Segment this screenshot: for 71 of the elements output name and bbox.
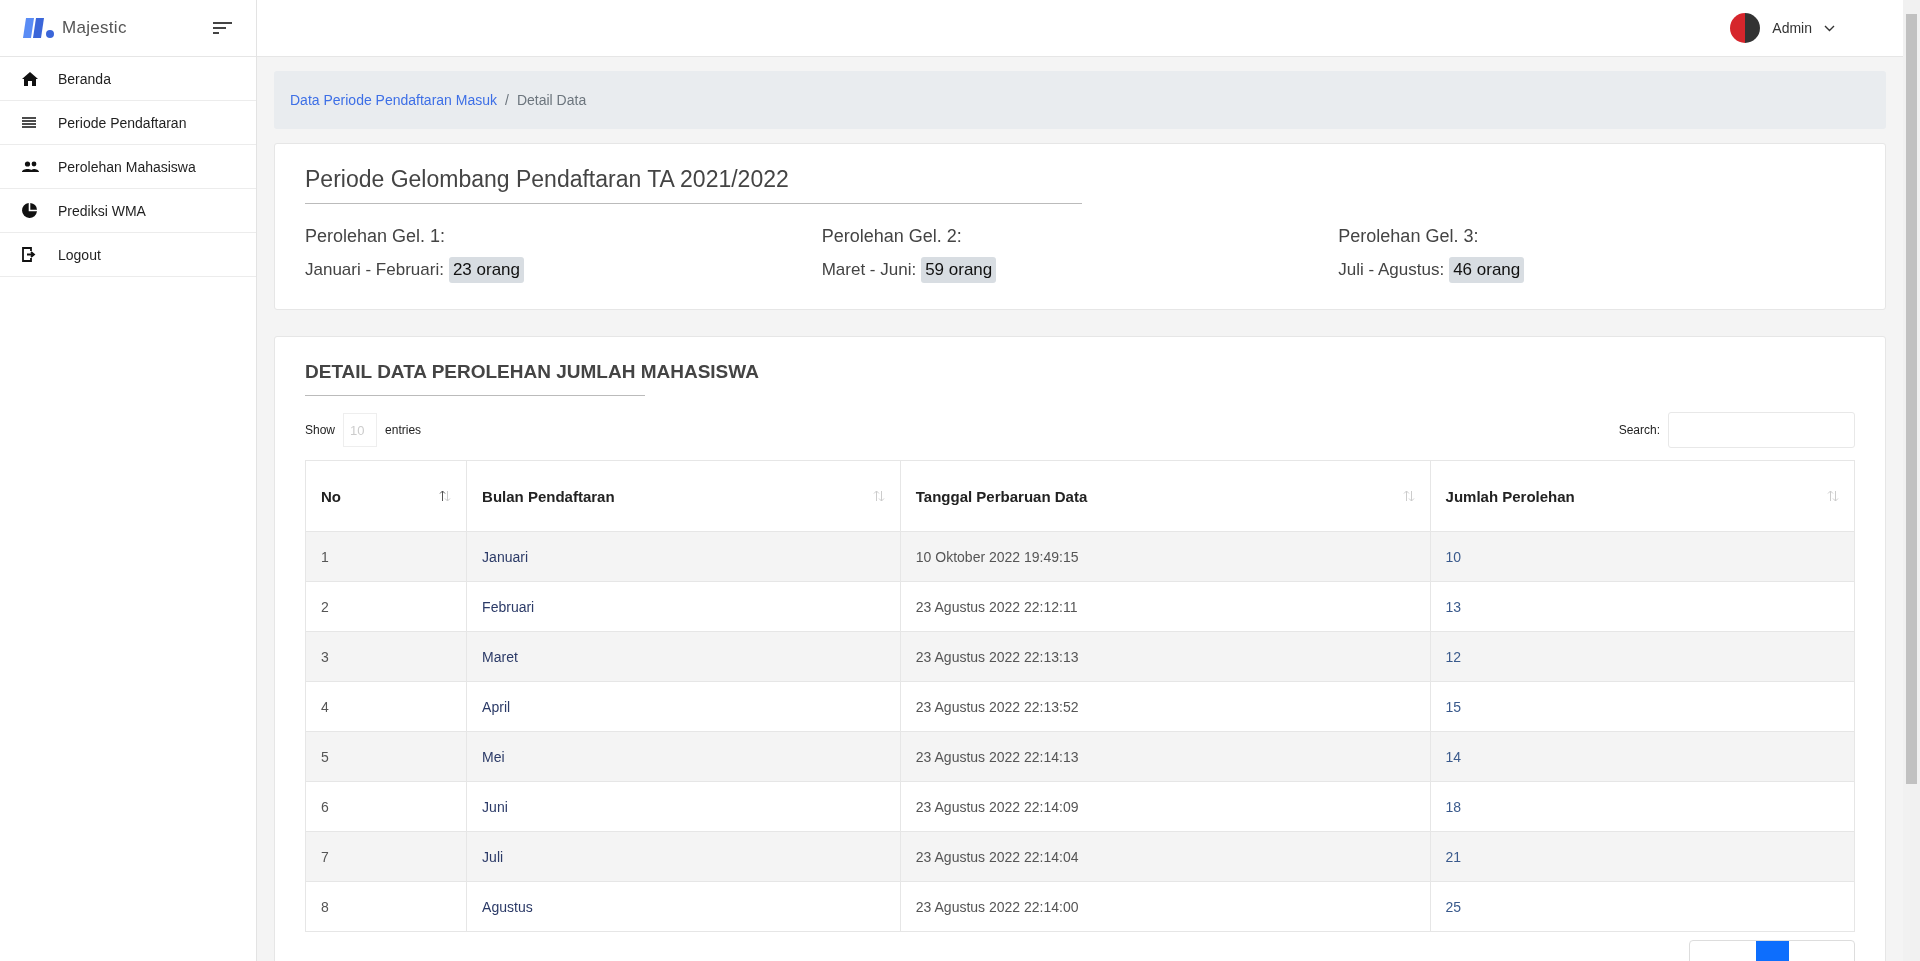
brand-name: Majestic [62, 18, 127, 38]
column-header[interactable]: Tanggal Perbaruan Data [900, 460, 1431, 532]
table-cell: 23 Agustus 2022 22:14:04 [900, 831, 1431, 882]
table-cell: 8 [305, 881, 467, 932]
table-cell: 13 [1430, 581, 1855, 632]
wave-range: Juli - Agustus: [1338, 260, 1445, 280]
table-cell: 5 [305, 731, 467, 782]
logo-icon [22, 16, 56, 40]
detail-title: DETAIL DATA PEROLEHAN JUMLAH MAHASISWA [305, 361, 760, 384]
table-cell: 3 [305, 631, 467, 682]
entries-label: entries [385, 423, 422, 437]
summary-title: Periode Gelombang Pendaftaran TA 2021/2022 [305, 166, 1082, 204]
people-icon [22, 161, 39, 172]
table-cell: 23 Agustus 2022 22:14:00 [900, 881, 1431, 932]
table-cell: 7 [305, 831, 467, 882]
wave-count: 46 orang [1449, 257, 1525, 283]
logout-icon [22, 247, 36, 262]
table-cell: Juli [466, 831, 901, 882]
wave-range: Maret - Juni: [821, 260, 917, 280]
table-cell: 4 [305, 681, 467, 732]
table-cell: Juni [466, 781, 901, 832]
table-cell: 23 Agustus 2022 22:12:11 [900, 581, 1431, 632]
menu-icon[interactable] [213, 22, 232, 34]
table-cell: 23 Agustus 2022 22:14:13 [900, 731, 1431, 782]
wave-count: 23 orang [448, 257, 524, 283]
table-cell: April [466, 681, 901, 732]
table-cell: Agustus [466, 881, 901, 932]
breadcrumb-link[interactable]: Data Periode Pendaftaran Masuk [290, 92, 497, 108]
sidebar-item[interactable]: Beranda [0, 57, 256, 101]
sort-icon[interactable] [439, 489, 452, 503]
breadcrumb-separator: / [505, 92, 509, 108]
table-cell: 14 [1430, 731, 1855, 782]
column-header[interactable]: Bulan Pendaftaran [466, 460, 901, 532]
table-cell: 6 [305, 781, 467, 832]
home-icon [22, 71, 38, 86]
table-cell: Maret [466, 631, 901, 682]
sidebar-item[interactable]: Periode Pendaftaran [0, 101, 256, 145]
sidebar-item[interactable]: Logout [0, 233, 256, 277]
wave-count: 59 orang [921, 257, 997, 283]
pie-chart-icon [22, 203, 37, 218]
table-cell: 1 [305, 531, 467, 582]
table-cell: 23 Agustus 2022 22:13:13 [900, 631, 1431, 682]
search-label: Search: [1618, 423, 1660, 437]
table-cell: 10 [1430, 531, 1855, 582]
sidebar-item[interactable]: Perolehan Mahasiswa [0, 145, 256, 189]
column-header[interactable]: No [305, 460, 467, 532]
wave-range: Januari - Februari: [305, 260, 444, 280]
table-cell: 10 Oktober 2022 19:49:15 [900, 531, 1431, 582]
table-cell: 21 [1430, 831, 1855, 882]
sidebar-item[interactable]: Prediksi WMA [0, 189, 256, 233]
table-cell: 25 [1430, 881, 1855, 932]
table-cell: Januari [466, 531, 901, 582]
table-cell: 18 [1430, 781, 1855, 832]
wave-heading: Perolehan Gel. 2: [821, 226, 963, 247]
table-cell: 15 [1430, 681, 1855, 732]
breadcrumb-current: Detail Data [516, 92, 587, 108]
table-cell: Februari [466, 581, 901, 632]
chevron-down-icon [1824, 24, 1835, 32]
user-menu[interactable]: Admin [1724, 12, 1841, 44]
avatar [1730, 13, 1761, 43]
wave-heading: Perolehan Gel. 1: [305, 226, 447, 247]
pagination-control[interactable] [1689, 940, 1855, 961]
table-cell: Mei [466, 731, 901, 782]
wave-heading: Perolehan Gel. 3: [1338, 226, 1480, 247]
show-label: Show [305, 423, 336, 437]
list-icon [22, 116, 36, 129]
table-cell: 23 Agustus 2022 22:14:09 [900, 781, 1431, 832]
table-cell: 23 Agustus 2022 22:13:52 [900, 681, 1431, 732]
table-cell: 12 [1430, 631, 1855, 682]
table-cell: 2 [305, 581, 467, 632]
column-header[interactable]: Jumlah Perolehan [1430, 460, 1855, 532]
